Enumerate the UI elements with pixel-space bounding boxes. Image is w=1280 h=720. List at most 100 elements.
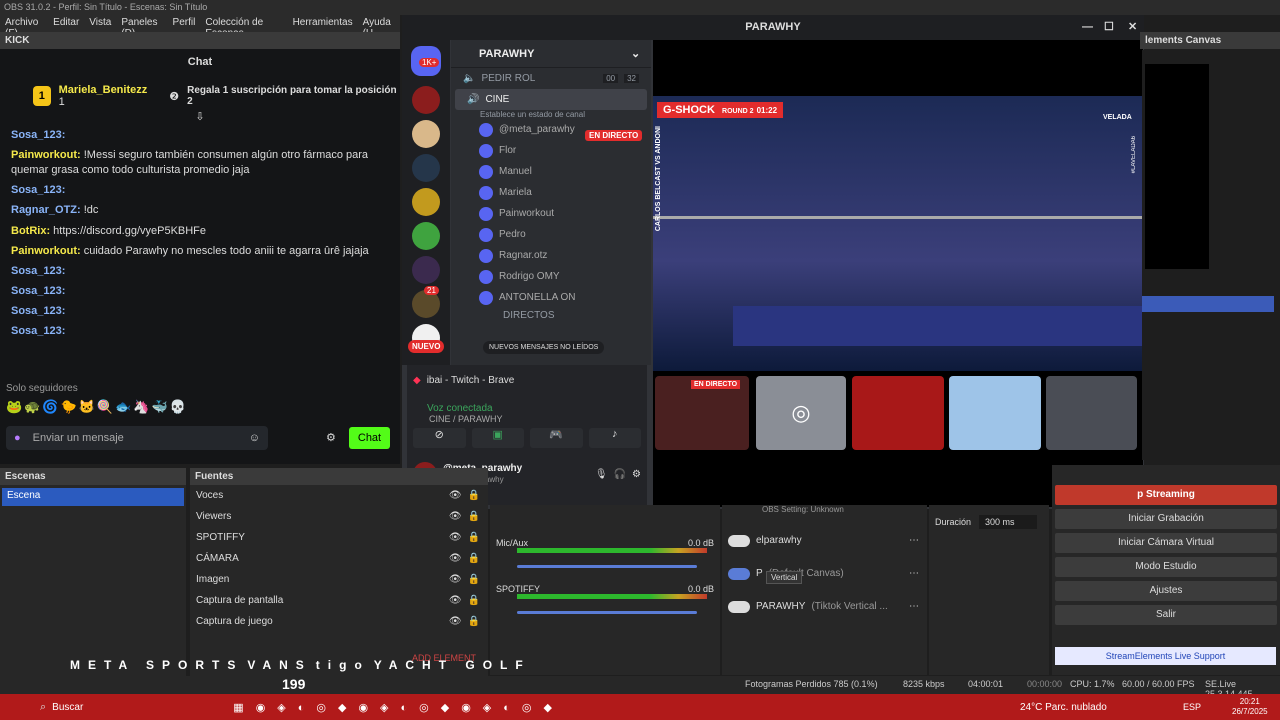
stream-video[interactable]: G-SHOCK ROUND 2 01:22 CARLOS BELCAST VS … [653, 96, 1143, 371]
category-directos[interactable]: DIRECTOS [451, 310, 651, 321]
output-target[interactable]: P (Default Canvas) ⋯ [722, 557, 927, 590]
eye-icon[interactable]: 👁 [449, 616, 462, 627]
scene-item[interactable]: Escena [2, 488, 184, 506]
chat-username[interactable]: Painworkout: [11, 149, 81, 161]
control-button[interactable]: Iniciar Grabación [1055, 509, 1277, 529]
output-target[interactable]: PARAWHY (Tiktok Vertical ... ⋯ [722, 590, 927, 623]
voice-user[interactable]: Pedro [451, 224, 651, 245]
headphones-icon[interactable]: 🎧 [614, 469, 626, 480]
lock-icon[interactable]: 🔒 [468, 595, 480, 606]
menu-item[interactable]: Vista [84, 15, 116, 32]
toggle-switch[interactable] [728, 567, 750, 580]
screen-share-button[interactable]: ▣ [471, 428, 524, 448]
voice-user[interactable]: ANTONELLA ON [451, 287, 651, 308]
channel-cine[interactable]: 🔊 CINE [455, 89, 647, 110]
chat-send-button[interactable]: Chat [349, 427, 390, 449]
camera-off-button[interactable]: ⊘ [413, 428, 466, 448]
collapse-icon[interactable]: ⇩ [0, 110, 400, 123]
menu-item[interactable]: Perfil [168, 15, 201, 32]
minimize-icon[interactable]: — [1082, 15, 1093, 40]
channel-pedir-rol[interactable]: 🔈 PEDIR ROL 00 32 [451, 68, 651, 89]
gear-icon[interactable]: ⚙ [632, 469, 641, 480]
chat-input[interactable]: ● Enviar un mensaje ☺ [6, 426, 268, 450]
more-icon[interactable]: ⋯ [909, 535, 919, 546]
output-target[interactable]: elparawhy ⋯ [722, 524, 927, 557]
server-icon[interactable] [412, 188, 440, 216]
volume-slider[interactable] [517, 611, 697, 614]
volume-slider[interactable] [517, 565, 697, 568]
emoji-icon[interactable]: ☺ [249, 432, 260, 444]
soundboard-button[interactable]: ♪ [588, 428, 641, 448]
tile[interactable]: ◎ [756, 376, 846, 450]
new-messages-bar[interactable]: NUEVOS MENSAJES NO LEÍDOS [483, 341, 605, 354]
lock-icon[interactable]: 🔒 [468, 532, 480, 543]
eye-icon[interactable]: 👁 [449, 511, 462, 522]
duration-input[interactable]: 300 ms [979, 515, 1038, 529]
chat-username[interactable]: BotRix: [11, 225, 50, 237]
more-icon[interactable]: ⋯ [909, 568, 919, 579]
server-icon[interactable] [412, 256, 440, 284]
chat-username[interactable]: Painworkout: [11, 245, 81, 257]
control-button[interactable]: Salir [1055, 605, 1277, 625]
chat-username[interactable]: Sosa_123: [11, 129, 65, 141]
toggle-switch[interactable] [728, 534, 750, 547]
chat-username[interactable]: Sosa_123: [11, 184, 65, 196]
eye-icon[interactable]: 👁 [449, 553, 462, 564]
eye-icon[interactable]: 👁 [449, 574, 462, 585]
chat-username[interactable]: Ragnar_OTZ: [11, 204, 81, 216]
search-icon[interactable]: ⌕ [40, 701, 46, 714]
lock-icon[interactable]: 🔒 [468, 574, 480, 585]
menu-item[interactable]: Colección de Escenas [200, 15, 287, 39]
eye-icon[interactable]: 👁 [449, 532, 462, 543]
source-item[interactable]: Voces 👁 🔒 [190, 485, 488, 506]
activity-button[interactable]: 🎮 [530, 428, 583, 448]
voice-user[interactable]: Painworkout [451, 203, 651, 224]
source-item[interactable]: Viewers 👁 🔒 [190, 506, 488, 527]
close-icon[interactable]: ✕ [1128, 15, 1137, 40]
more-icon[interactable]: ⋯ [909, 601, 919, 612]
voice-user[interactable]: Flor [451, 140, 651, 161]
tile[interactable]: EN DIRECTO [655, 376, 749, 450]
chat-username[interactable]: Sosa_123: [11, 285, 65, 297]
apps-icon[interactable]: ▦◉◈◐◎◆◉◈◐◎◆◉◈◐◎◆ [233, 701, 564, 714]
server-icon[interactable] [412, 222, 440, 250]
gear-icon[interactable]: ⚙ [326, 431, 336, 444]
tile[interactable] [949, 376, 1041, 450]
mic-icon[interactable]: ● [14, 432, 21, 444]
tile[interactable] [852, 376, 944, 450]
source-item[interactable]: Imagen 👁 🔒 [190, 569, 488, 590]
support-button[interactable]: StreamElements Live Support [1055, 647, 1276, 665]
lock-icon[interactable]: 🔒 [468, 511, 480, 522]
source-item[interactable]: Captura de juego 👁 🔒 [190, 611, 488, 632]
chat-username[interactable]: Sosa_123: [11, 305, 65, 317]
server-icon[interactable] [412, 120, 440, 148]
source-item[interactable]: CÁMARA 👁 🔒 [190, 548, 488, 569]
taskbar-search[interactable]: Buscar [52, 702, 83, 713]
voice-user[interactable]: Ragnar.otz [451, 245, 651, 266]
voice-user[interactable]: Manuel [451, 161, 651, 182]
menu-item[interactable]: Archivo (F) [0, 15, 48, 39]
eye-icon[interactable]: 👁 [449, 490, 462, 501]
chevron-down-icon[interactable]: ⌄ [631, 40, 640, 68]
lock-icon[interactable]: 🔒 [468, 553, 480, 564]
maximize-icon[interactable]: ☐ [1104, 15, 1114, 40]
menu-item[interactable]: Paneles (D) [116, 15, 167, 39]
lock-icon[interactable]: 🔒 [468, 490, 480, 501]
selected-bar[interactable] [1142, 296, 1274, 312]
control-button[interactable]: Ajustes [1055, 581, 1277, 601]
server-icon[interactable] [412, 154, 440, 182]
toggle-switch[interactable] [728, 600, 750, 613]
mic-icon[interactable]: 🎙 [595, 469, 608, 480]
voice-user[interactable]: Mariela [451, 182, 651, 203]
chat-username[interactable]: Sosa_123: [11, 265, 65, 277]
control-button[interactable]: p Streaming [1055, 485, 1277, 505]
menu-item[interactable]: Editar [48, 15, 84, 32]
eye-icon[interactable]: 👁 [449, 595, 462, 606]
source-item[interactable]: Captura de pantalla 👁 🔒 [190, 590, 488, 611]
control-button[interactable]: Iniciar Cámara Virtual [1055, 533, 1277, 553]
chat-username[interactable]: Sosa_123: [11, 325, 65, 337]
menu-item[interactable]: Herramientas [288, 15, 358, 32]
menu-item[interactable]: Ayuda (H [358, 15, 400, 39]
server-icon[interactable] [412, 86, 440, 114]
voice-user[interactable]: Rodrigo OMY [451, 266, 651, 287]
